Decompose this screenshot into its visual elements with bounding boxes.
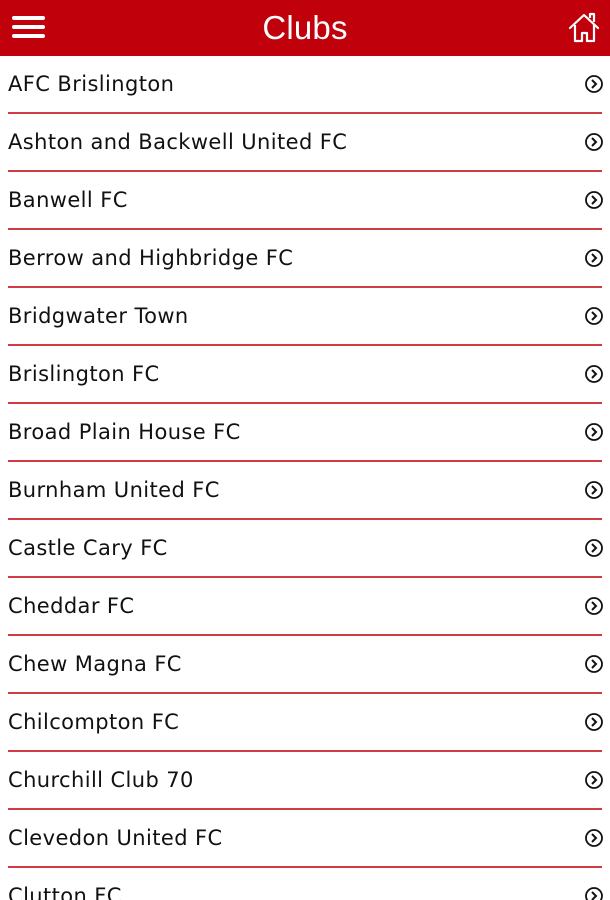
chevron-right-circle-icon [585, 829, 603, 847]
hamburger-menu-icon [12, 25, 45, 29]
chevron-right-circle-icon [585, 249, 603, 267]
chevron-right-circle-icon [585, 365, 603, 383]
club-name: Cheddar FC [8, 594, 135, 618]
list-item[interactable]: Ashton and Backwell United FC [8, 114, 603, 172]
chevron-right-circle-icon [585, 133, 603, 151]
list-item[interactable]: Chew Magna FC [8, 636, 603, 694]
hamburger-menu-icon [12, 16, 45, 20]
list-item[interactable]: Clevedon United FC [8, 810, 603, 868]
menu-button[interactable] [10, 13, 48, 41]
list-item[interactable]: Churchill Club 70 [8, 752, 603, 810]
home-icon [568, 12, 600, 43]
club-name: Banwell FC [8, 188, 128, 212]
club-name: Chew Magna FC [8, 652, 182, 676]
chevron-right-circle-icon [585, 481, 603, 499]
club-name: Castle Cary FC [8, 536, 168, 560]
list-item[interactable]: Burnham United FC [8, 462, 603, 520]
page-title: Clubs [262, 9, 348, 46]
list-item[interactable]: Broad Plain House FC [8, 404, 603, 462]
hamburger-menu-icon [12, 34, 45, 38]
list-item[interactable]: Castle Cary FC [8, 520, 603, 578]
list-item[interactable]: Cheddar FC [8, 578, 603, 636]
club-name: AFC Brislington [8, 72, 175, 96]
chevron-right-circle-icon [585, 887, 603, 900]
chevron-right-circle-icon [585, 423, 603, 441]
club-name: Bridgwater Town [8, 304, 189, 328]
list-item[interactable]: Berrow and Highbridge FC [8, 230, 603, 288]
chevron-right-circle-icon [585, 191, 603, 209]
chevron-right-circle-icon [585, 539, 603, 557]
home-button[interactable] [566, 10, 602, 46]
club-name: Brislington FC [8, 362, 160, 386]
chevron-right-circle-icon [585, 307, 603, 325]
list-item[interactable]: Chilcompton FC [8, 694, 603, 752]
chevron-right-circle-icon [585, 771, 603, 789]
clubs-list: AFC Brislington Ashton and Backwell Unit… [0, 56, 610, 900]
club-name: Burnham United FC [8, 478, 220, 502]
club-name: Berrow and Highbridge FC [8, 246, 294, 270]
top-bar: Clubs [0, 0, 610, 56]
chevron-right-circle-icon [585, 713, 603, 731]
chevron-right-circle-icon [585, 655, 603, 673]
chevron-right-circle-icon [585, 75, 603, 93]
list-item[interactable]: Banwell FC [8, 172, 603, 230]
club-name: Churchill Club 70 [8, 768, 194, 792]
club-name: Clevedon United FC [8, 826, 223, 850]
club-name: Broad Plain House FC [8, 420, 241, 444]
list-item[interactable]: Clutton FC [8, 868, 603, 900]
list-item[interactable]: Bridgwater Town [8, 288, 603, 346]
list-item[interactable]: Brislington FC [8, 346, 603, 404]
chevron-right-circle-icon [585, 597, 603, 615]
club-name: Chilcompton FC [8, 710, 180, 734]
clubs-screen: Clubs AFC Brislington Ashton and Backwel… [0, 0, 610, 900]
list-item[interactable]: AFC Brislington [8, 56, 603, 114]
club-name: Ashton and Backwell United FC [8, 130, 348, 154]
club-name: Clutton FC [8, 884, 122, 900]
